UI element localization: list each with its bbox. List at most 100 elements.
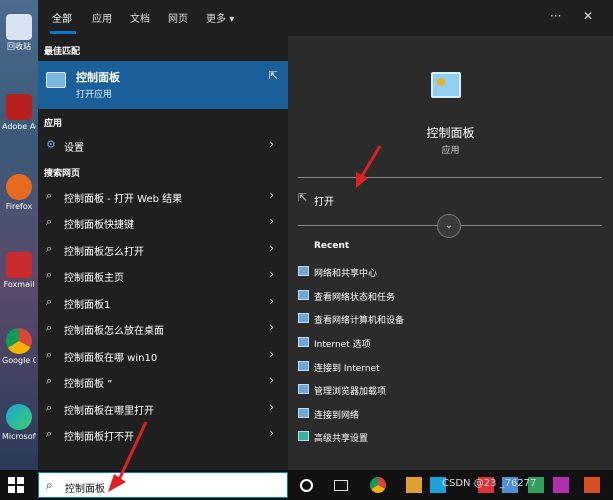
recent-item[interactable]: 连接到网络 bbox=[314, 408, 359, 421]
web-result-item[interactable]: ⌕ 控制面板快捷键 › bbox=[38, 209, 288, 235]
task-view-icon[interactable] bbox=[334, 480, 348, 491]
desktop-icon-firefox[interactable]: Firefox bbox=[2, 174, 36, 211]
filter-tabs: 全部 应用 文档 网页 更多 ▾ ··· ✕ bbox=[38, 0, 613, 36]
network-icon bbox=[298, 313, 309, 323]
tab-web[interactable]: 网页 bbox=[168, 10, 188, 25]
chevron-right-icon[interactable]: › bbox=[269, 294, 274, 308]
search-icon: ⌕ bbox=[46, 189, 53, 202]
web-result-label: 控制面板主页 bbox=[64, 273, 124, 284]
recent-item[interactable]: 查看网络计算机和设备 bbox=[314, 313, 404, 326]
tab-all[interactable]: 全部 bbox=[52, 10, 72, 25]
desktop-icon-acrobat[interactable]: Adobe Acroba bbox=[2, 94, 36, 131]
close-icon[interactable]: ✕ bbox=[583, 9, 593, 23]
expand-chevron-icon[interactable]: ⌄ bbox=[437, 214, 461, 238]
search-panel: 全部 应用 文档 网页 更多 ▾ ··· ✕ 最佳匹配 控制面板 打开应用 ⇱ … bbox=[38, 0, 613, 470]
search-icon: ⌕ bbox=[46, 401, 53, 414]
more-options-icon[interactable]: ··· bbox=[550, 9, 561, 23]
web-result-item[interactable]: ⌕ 控制面板怎么打开 › bbox=[38, 236, 288, 262]
app-taskbar-icon[interactable] bbox=[553, 477, 569, 493]
web-result-item[interactable]: ⌕ 控制面板在哪 win10 › bbox=[38, 342, 288, 368]
tab-more[interactable]: 更多 ▾ bbox=[206, 10, 234, 25]
tab-apps[interactable]: 应用 bbox=[92, 10, 112, 25]
best-match-name: 控制面板 bbox=[76, 71, 120, 84]
connect-icon bbox=[298, 361, 309, 371]
chevron-right-icon[interactable]: › bbox=[269, 267, 274, 281]
web-heading: 搜索网页 bbox=[44, 169, 81, 179]
chrome-icon bbox=[6, 328, 32, 354]
chevron-right-icon[interactable]: › bbox=[269, 188, 274, 202]
web-result-label: 控制面板在哪里打开 bbox=[64, 406, 154, 417]
search-icon: ⌕ bbox=[46, 321, 53, 334]
chevron-right-icon[interactable]: › bbox=[269, 373, 274, 387]
web-result-label: 控制面板怎么放在桌面 bbox=[64, 326, 164, 337]
web-result-item[interactable]: ⌕ 控制面板1 › bbox=[38, 289, 288, 315]
chevron-right-icon[interactable]: › bbox=[269, 137, 274, 151]
app-item-settings[interactable]: ⚙ 设置 › bbox=[38, 132, 288, 158]
desktop-icon-recycle-bin[interactable]: 回收站 bbox=[2, 14, 36, 51]
search-icon: ⌕ bbox=[46, 478, 53, 492]
recent-item[interactable]: Internet 选项 bbox=[314, 337, 371, 350]
recent-heading: Recent bbox=[314, 241, 350, 251]
tab-documents[interactable]: 文档 bbox=[130, 10, 150, 25]
search-icon: ⌕ bbox=[46, 427, 53, 440]
internet-options-icon bbox=[298, 337, 309, 347]
chevron-right-icon[interactable]: › bbox=[269, 400, 274, 414]
app-taskbar-icon[interactable] bbox=[584, 477, 600, 493]
windows-start-icon[interactable] bbox=[8, 477, 24, 493]
network-icon bbox=[298, 266, 309, 276]
divider bbox=[298, 177, 602, 178]
taskbar: ⌕ 控制面板 CSDN @23 _76277 bbox=[0, 470, 613, 500]
web-result-item[interactable]: ⌕ 控制面板 - 打开 Web 结果 › bbox=[38, 183, 288, 209]
file-explorer-icon[interactable] bbox=[406, 477, 422, 493]
web-result-item[interactable]: ⌕ 控制面板 ” › bbox=[38, 368, 288, 394]
chevron-right-icon[interactable]: › bbox=[269, 214, 274, 228]
chevron-right-icon[interactable]: › bbox=[269, 320, 274, 334]
results-list: 最佳匹配 控制面板 打开应用 ⇱ 应用 ⚙ 设置 › 搜索网页 ⌕ 控制面板 -… bbox=[38, 36, 288, 470]
recent-item[interactable]: 查看网络状态和任务 bbox=[314, 290, 395, 303]
cortana-icon[interactable] bbox=[300, 479, 313, 492]
screen: 回收站 Adobe Acroba Firefox Foxmail Google … bbox=[0, 0, 613, 500]
web-result-label: 控制面板 - 打开 Web 结果 bbox=[64, 194, 183, 205]
detail-pane: 控制面板 应用 ⇱ 打开 ⌄ Recent 网络和共享中心 查看网络状态和任务 … bbox=[288, 36, 613, 470]
network-icon bbox=[298, 290, 309, 300]
recent-item[interactable]: 连接到 Internet bbox=[314, 361, 380, 374]
web-result-item[interactable]: ⌕ 控制面板主页 › bbox=[38, 262, 288, 288]
web-result-label: 控制面板 ” bbox=[64, 379, 113, 390]
apps-heading: 应用 bbox=[44, 119, 63, 129]
detail-title: 控制面板 bbox=[426, 126, 475, 140]
recent-item[interactable]: 管理浏览器加载项 bbox=[314, 384, 386, 397]
chrome-taskbar-icon[interactable] bbox=[370, 477, 386, 493]
foxmail-icon bbox=[6, 252, 32, 278]
watermark: CSDN @23 _76277 bbox=[442, 478, 537, 489]
chevron-right-icon[interactable]: › bbox=[269, 426, 274, 440]
chevron-right-icon[interactable]: › bbox=[269, 241, 274, 255]
chevron-down-icon: ▾ bbox=[229, 14, 235, 25]
web-result-item[interactable]: ⌕ 控制面板在哪里打开 › bbox=[38, 395, 288, 421]
desktop-icon-edge[interactable]: Microsoft Edge bbox=[2, 404, 36, 441]
control-panel-icon bbox=[46, 72, 66, 88]
recycle-bin-icon bbox=[6, 14, 32, 40]
active-tab-indicator bbox=[50, 31, 76, 34]
open-icon: ⇱ bbox=[298, 191, 308, 204]
desktop-icon-chrome[interactable]: Google Chrome bbox=[2, 328, 36, 365]
app-item-label: 设置 bbox=[64, 143, 84, 154]
best-match-item[interactable]: 控制面板 打开应用 ⇱ bbox=[38, 61, 288, 109]
best-match-heading: 最佳匹配 bbox=[44, 47, 81, 57]
chevron-right-icon[interactable]: › bbox=[269, 347, 274, 361]
open-icon[interactable]: ⇱ bbox=[269, 69, 278, 82]
recent-item[interactable]: 网络和共享中心 bbox=[314, 266, 377, 279]
open-action[interactable]: 打开 bbox=[314, 193, 334, 208]
search-icon: ⌕ bbox=[46, 242, 53, 255]
web-result-label: 控制面板怎么打开 bbox=[64, 247, 144, 258]
recent-item[interactable]: 高级共享设置 bbox=[314, 431, 368, 444]
web-result-item[interactable]: ⌕ 控制面板怎么放在桌面 › bbox=[38, 315, 288, 341]
detail-subtitle: 应用 bbox=[441, 146, 460, 156]
desktop-icon-foxmail[interactable]: Foxmail bbox=[2, 252, 36, 289]
web-result-item[interactable]: ⌕ 控制面板打不开 › bbox=[38, 421, 288, 447]
control-panel-large-icon bbox=[431, 72, 461, 98]
tab-more-label: 更多 bbox=[206, 14, 226, 25]
taskbar-search-input[interactable]: ⌕ 控制面板 bbox=[38, 472, 288, 498]
search-icon: ⌕ bbox=[46, 215, 53, 228]
search-icon: ⌕ bbox=[46, 295, 53, 308]
addons-icon bbox=[298, 384, 309, 394]
